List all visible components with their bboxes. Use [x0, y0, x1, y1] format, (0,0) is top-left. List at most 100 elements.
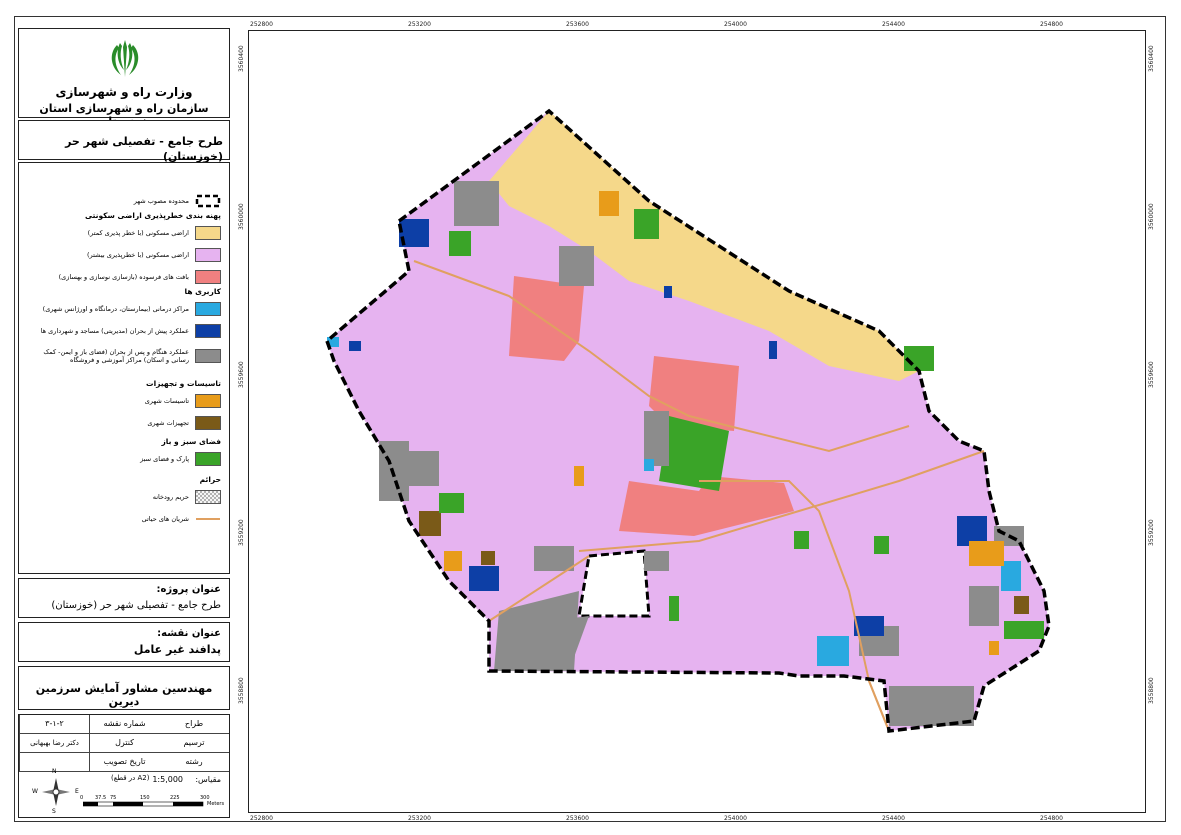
header-box: وزارت راه و شهرسازی سازمان راه و شهرسازی…	[18, 28, 230, 128]
table-row: ترسیم کنترل دکتر رضا بهبهانی	[19, 734, 229, 753]
legend-label: حریم رودخانه	[152, 493, 189, 501]
iran-emblem-icon	[111, 40, 139, 77]
scale-label: مقیاس:	[195, 775, 221, 784]
legend-section-facilities: تاسیسات و تجهیزات	[146, 379, 221, 388]
city-map	[324, 108, 1051, 733]
grid-x-label: 253600	[566, 21, 589, 28]
legend-swatch	[195, 324, 221, 338]
ministry-name: وزارت راه و شهرسازی	[55, 85, 193, 99]
legend-item-residential-high: اراضی مسکونی (با خطرپذیری بیشتر)	[25, 247, 221, 263]
legend-boundary: محدوده مصوب شهر	[25, 193, 221, 209]
map-title-box: عنوان نقشه: پدافند غیر عامل	[18, 622, 230, 662]
scale-tick-label: 75	[110, 795, 117, 801]
scale-tick-label: 150	[140, 795, 150, 801]
north-arrow-icon	[42, 778, 70, 806]
grid-y-label: 3558800	[238, 677, 245, 704]
legend-item-medical: مراکز درمانی (بیمارستان، درمانگاه و اورژ…	[25, 301, 221, 317]
legend-swatch	[195, 248, 221, 262]
grid-y-label: 3559200	[238, 519, 245, 546]
legend-item-open-space: عملکرد هنگام و پس از بحران (فضای باز و ا…	[25, 343, 221, 369]
project-label: عنوان پروژه:	[156, 584, 221, 595]
legend-item-arteries: شریان های حیاتی	[25, 511, 221, 527]
legend-boundary-label: محدوده مصوب شهر	[133, 197, 189, 205]
legend-item-management: عملکرد پیش از بحران (مدیریتی) مساجد و شه…	[25, 323, 221, 339]
legend-label: اراضی مسکونی (با خطرپذیری بیشتر)	[86, 251, 189, 259]
legend-item-residential-low: اراضی مسکونی (با خطر پذیری کمتر)	[25, 225, 221, 241]
legend-label: اراضی مسکونی (با خطر پذیری کمتر)	[87, 229, 189, 237]
grid-x-label: 254000	[724, 815, 747, 822]
legend-section-buffer: حرائم	[199, 475, 221, 484]
excluded-area	[577, 549, 651, 618]
info-value: دکتر رضا بهبهانی	[19, 734, 89, 752]
map-title-value: پدافند غیر عامل	[133, 643, 221, 656]
info-key: طراح	[184, 719, 204, 728]
grid-x-label: 253200	[408, 21, 431, 28]
north-label: N	[52, 768, 57, 775]
legend-label: شریان های حیاتی	[141, 515, 189, 523]
grid-y-label: 3558800	[1148, 677, 1155, 704]
legend-swatch	[195, 270, 221, 284]
grid-x-label: 254400	[882, 21, 905, 28]
info-key: شماره نقشه	[89, 715, 159, 733]
table-row: طراح شماره نقشه ۳-۱-۲	[19, 715, 229, 734]
info-key: تاریخ تصویب	[89, 753, 159, 771]
worn-fabric-zone	[509, 276, 584, 361]
legend-label: پارک و فضای سبز	[140, 455, 189, 463]
grid-x-label: 252800	[250, 815, 273, 822]
legend-swatch	[195, 302, 221, 316]
info-box: طراح شماره نقشه ۳-۱-۲ ترسیم کنترل دکتر ر…	[18, 714, 230, 818]
legend-swatch	[195, 226, 221, 240]
grid-y-label: 3560000	[238, 203, 245, 230]
legend-section-green: فضای سبز و باز	[161, 437, 221, 446]
project-box: عنوان پروژه: طرح جامع - تفصیلی شهر حر (خ…	[18, 578, 230, 618]
legend-item-worn-fabric: بافت های فرسوده (بازسازی نوسازی و بهسازی…	[25, 269, 221, 285]
scale-sheet: (در قطع A2)	[111, 774, 150, 782]
legend-label: مراکز درمانی (بیمارستان، درمانگاه و اورژ…	[42, 305, 189, 313]
plan-title-box: طرح جامع - تفصیلی شهر حر (خوزستان)	[18, 120, 230, 163]
legend-swatch	[195, 416, 221, 430]
hatch-swatch-icon	[195, 490, 221, 504]
info-value: ۳-۱-۲	[19, 715, 89, 733]
south-label: S	[52, 808, 56, 815]
legend-section-residential: پهنه بندی خطرپذیری اراضی سکونتی	[85, 211, 221, 220]
grid-y-label: 3559600	[1148, 361, 1155, 388]
consultant-box: مهندسین مشاور آمایش سرزمین دیرین	[18, 666, 230, 710]
legend-label: عملکرد هنگام و پس از بحران (فضای باز و ا…	[43, 348, 189, 364]
legend-label: تاسیسات شهری	[144, 397, 189, 405]
legend-swatch	[195, 394, 221, 408]
consultant-name: مهندسین مشاور آمایش سرزمین دیرین	[35, 682, 213, 708]
scale-tick-label: 0	[80, 795, 84, 801]
legend-swatch	[195, 452, 221, 466]
map-title-label: عنوان نقشه:	[157, 628, 221, 639]
scale-unit: Meters	[207, 801, 225, 807]
legend-item-equipment: تجهیزات شهری	[25, 415, 221, 431]
west-label: W	[32, 788, 38, 795]
scale-value: 1:5,000	[152, 775, 183, 784]
info-key: کنترل	[89, 734, 159, 752]
artery-line-icon	[196, 518, 220, 520]
grid-x-label: 252800	[250, 21, 273, 28]
grid-y-label: 3559200	[1148, 519, 1155, 546]
grid-x-label: 254800	[1040, 21, 1063, 28]
scale-bar	[83, 801, 204, 807]
scale-tick-label: 37.5	[95, 795, 107, 801]
grid-x-label: 254000	[724, 21, 747, 28]
grid-y-label: 3560400	[238, 45, 245, 72]
info-key: رشته	[185, 757, 203, 766]
legend-box: محدوده مصوب شهر پهنه بندی خطرپذیری اراضی…	[18, 162, 230, 574]
grid-x-label: 254400	[882, 815, 905, 822]
boundary-swatch-icon	[195, 194, 221, 208]
grid-y-label: 3560000	[1148, 203, 1155, 230]
grid-y-label: 3560400	[1148, 45, 1155, 72]
project-value: طرح جامع - تفصیلی شهر حر (خوزستان)	[51, 600, 221, 611]
legend-item-river-buffer: حریم رودخانه	[25, 489, 221, 505]
east-label: E	[75, 788, 79, 795]
scale-tick-label: 225	[170, 795, 180, 801]
grid-x-label: 253600	[566, 815, 589, 822]
info-key: ترسیم	[183, 738, 205, 747]
grid-x-label: 254800	[1040, 815, 1063, 822]
table-row: رشته تاریخ تصویب	[19, 753, 229, 772]
plan-title: طرح جامع - تفصیلی شهر حر (خوزستان)	[65, 135, 223, 163]
legend-label: بافت های فرسوده (بازسازی نوسازی و بهسازی…	[58, 273, 189, 281]
legend-label: عملکرد پیش از بحران (مدیریتی) مساجد و شه…	[40, 327, 189, 335]
